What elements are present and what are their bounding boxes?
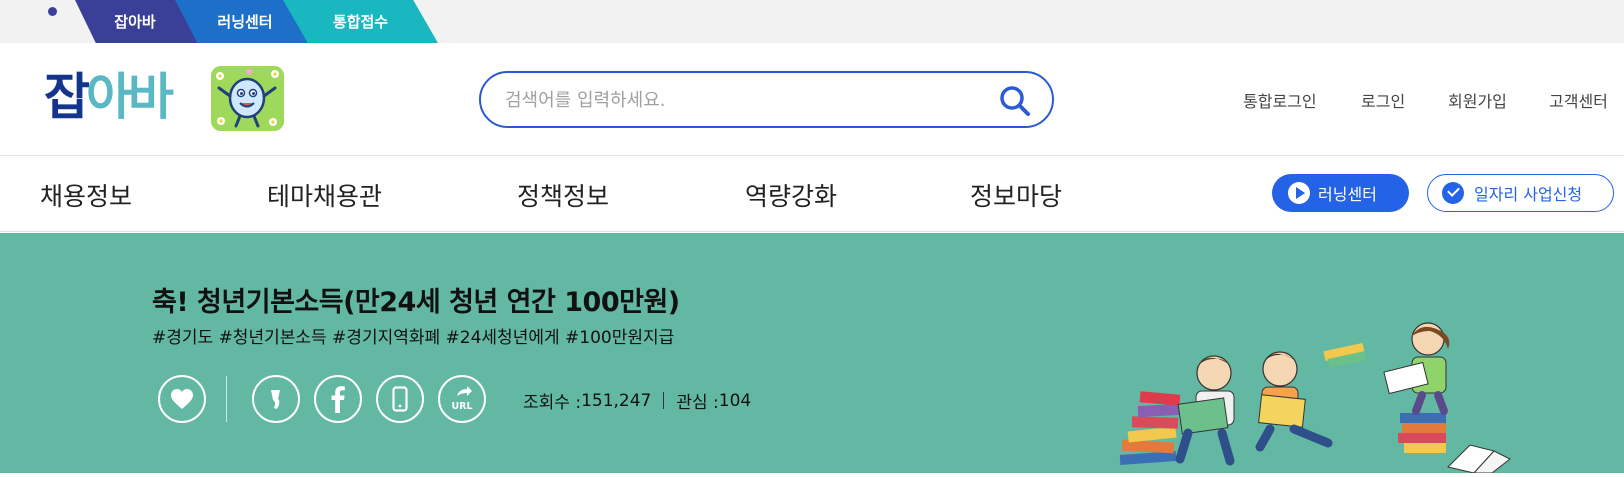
- signup-link[interactable]: 회원가입: [1448, 88, 1507, 112]
- interest-count: 104: [718, 390, 752, 411]
- nav-item-info[interactable]: 정보마당: [970, 177, 1062, 213]
- top-tab-integrated-apply[interactable]: 통합접수: [283, 0, 438, 43]
- integrated-login-link[interactable]: 통합로그인: [1243, 88, 1317, 112]
- logo-text-part2: 아바: [86, 68, 174, 126]
- search-input[interactable]: [505, 87, 965, 113]
- site-logo[interactable]: 잡아바: [44, 68, 174, 126]
- nav-item-theme-recruit[interactable]: 테마채용관: [267, 177, 382, 213]
- banner-title: 축! 청년기본소득(만24세 청년 연간 100만원): [152, 287, 680, 318]
- header: 잡아바 통합로그인 로그인 회원가입 고객센터: [0, 43, 1624, 156]
- check-circle-icon: [1442, 182, 1464, 204]
- policy-banner: 축! 청년기본소득(만24세 청년 연간 100만원) #경기도 #청년기본소득…: [0, 233, 1624, 474]
- login-link[interactable]: 로그인: [1361, 88, 1405, 112]
- heart-icon: [171, 389, 193, 409]
- share-arrow-icon: [457, 386, 472, 396]
- facebook-icon: [331, 386, 345, 413]
- share-divider: [226, 376, 227, 422]
- share-facebook-button[interactable]: [314, 375, 362, 423]
- customer-center-link[interactable]: 고객센터: [1549, 88, 1608, 112]
- views-label: 조회수 :: [523, 393, 582, 413]
- interest-label: 관심 :: [676, 393, 719, 413]
- job-apply-button[interactable]: 일자리 사업신청: [1427, 174, 1614, 212]
- kakaostory-icon: [271, 390, 280, 409]
- learning-center-button[interactable]: 러닝센터: [1272, 174, 1409, 212]
- mascot-logo-icon: [211, 66, 284, 131]
- share-mobile-button[interactable]: [376, 375, 424, 423]
- main-nav: 채용정보 테마채용관 정책정보 역량강화 정보마당 러닝센터 일자리 사업신청: [0, 157, 1624, 232]
- like-button[interactable]: [158, 375, 206, 423]
- banner-stats: 조회수 : 151,247 관심 : 104: [523, 388, 752, 414]
- learning-center-label: 러닝센터: [1318, 185, 1377, 204]
- search-box: [479, 71, 1054, 128]
- search-icon[interactable]: [998, 84, 1032, 118]
- share-url-button[interactable]: URL: [438, 375, 486, 423]
- stats-divider: [663, 392, 665, 409]
- mobile-icon: [392, 386, 408, 412]
- nav-item-jobs[interactable]: 채용정보: [40, 177, 132, 213]
- top-strip: 잡아바 러닝센터 통합접수: [0, 0, 1624, 43]
- reading-kids-illustration: [1110, 321, 1515, 474]
- logo-text-part1: 잡: [44, 68, 90, 126]
- job-apply-label: 일자리 사업신청: [1474, 185, 1583, 204]
- site-dot-icon: [48, 7, 57, 16]
- nav-item-skills[interactable]: 역량강화: [745, 177, 837, 213]
- share-kakaostory-button[interactable]: [252, 375, 300, 423]
- banner-tags: #경기도 #청년기본소득 #경기지역화폐 #24세청년에게 #100만원지급: [152, 328, 675, 348]
- nav-item-policy[interactable]: 정책정보: [517, 177, 609, 213]
- views-count: 151,247: [581, 390, 652, 411]
- url-label: URL: [451, 401, 472, 412]
- play-icon: [1288, 182, 1310, 204]
